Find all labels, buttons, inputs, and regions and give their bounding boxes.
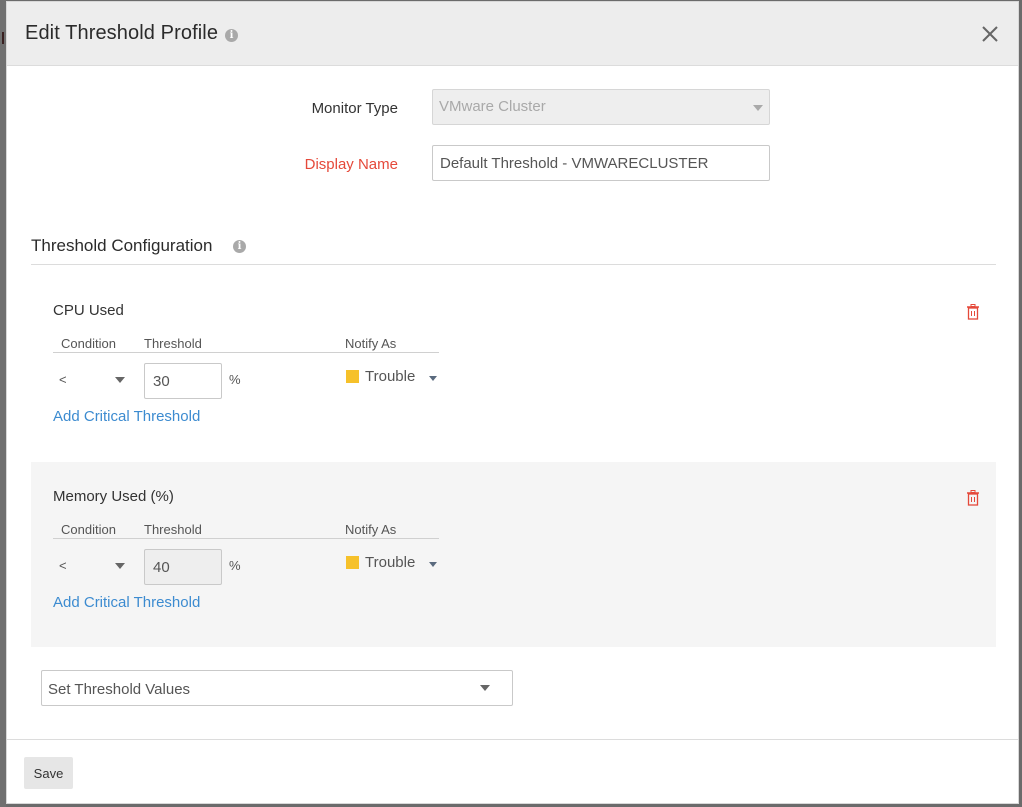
footer-divider (7, 739, 1018, 740)
column-header-threshold: Threshold (144, 336, 202, 351)
column-header-divider (53, 538, 439, 539)
condition-select[interactable]: < (53, 554, 133, 580)
threshold-configuration-title: Threshold Configuration (31, 236, 213, 255)
modal-title: Edit Threshold Profile (25, 22, 219, 44)
chevron-down-icon (480, 685, 490, 691)
column-header-threshold: Threshold (144, 522, 202, 537)
notify-as-select[interactable]: Trouble (345, 550, 445, 580)
monitor-type-label: Monitor Type (311, 100, 398, 117)
delete-metric-button[interactable] (966, 490, 980, 506)
info-icon[interactable]: i (233, 240, 246, 253)
column-header-condition: Condition (61, 522, 116, 537)
severity-color-swatch (346, 370, 359, 383)
notify-as-select[interactable]: Trouble (345, 364, 445, 394)
close-icon (982, 26, 998, 42)
column-header-condition: Condition (61, 336, 116, 351)
modal-header: Edit Threshold Profile i (7, 2, 1018, 66)
monitor-type-value: VMware Cluster (439, 98, 546, 115)
add-critical-threshold-link[interactable]: Add Critical Threshold (53, 408, 200, 425)
column-header-notify-as: Notify As (345, 522, 397, 537)
metric-block-cpu-used: CPU Used Condition Threshold Notify As <… (31, 276, 996, 461)
condition-value: < (59, 558, 67, 573)
column-header-divider (53, 352, 439, 353)
condition-select[interactable]: < (53, 368, 133, 394)
metric-block-memory-used: Memory Used (%) Condition Threshold Noti… (31, 462, 996, 647)
set-threshold-values-select[interactable]: Set Threshold Values (41, 670, 513, 706)
backdrop-partial-element (2, 32, 4, 44)
column-header-notify-as: Notify As (345, 336, 397, 351)
edit-threshold-profile-dialog: Edit Threshold Profile i Monitor Type VM… (6, 1, 1019, 804)
notify-as-value: Trouble (365, 368, 416, 385)
notify-as-value: Trouble (365, 554, 416, 571)
chevron-down-icon (753, 105, 763, 111)
trash-icon (967, 490, 979, 506)
condition-value: < (59, 372, 67, 387)
metric-name: CPU Used (53, 302, 124, 319)
section-divider (31, 264, 996, 265)
threshold-input[interactable] (144, 549, 222, 585)
info-icon[interactable]: i (225, 29, 238, 42)
delete-metric-button[interactable] (966, 304, 980, 320)
trash-icon (967, 304, 979, 320)
display-name-input[interactable] (432, 145, 770, 181)
threshold-input[interactable] (144, 363, 222, 399)
threshold-unit: % (229, 372, 241, 387)
threshold-unit: % (229, 558, 241, 573)
chevron-down-icon (115, 377, 125, 383)
monitor-type-select: VMware Cluster (432, 89, 770, 125)
set-threshold-values-placeholder: Set Threshold Values (48, 681, 191, 698)
close-button[interactable] (980, 24, 1000, 44)
chevron-down-icon (429, 376, 437, 381)
display-name-label: Display Name (304, 156, 398, 173)
severity-color-swatch (346, 556, 359, 569)
save-button[interactable]: Save (24, 757, 73, 789)
metric-name: Memory Used (%) (53, 488, 174, 505)
chevron-down-icon (115, 563, 125, 569)
add-critical-threshold-link[interactable]: Add Critical Threshold (53, 594, 200, 611)
chevron-down-icon (429, 562, 437, 567)
